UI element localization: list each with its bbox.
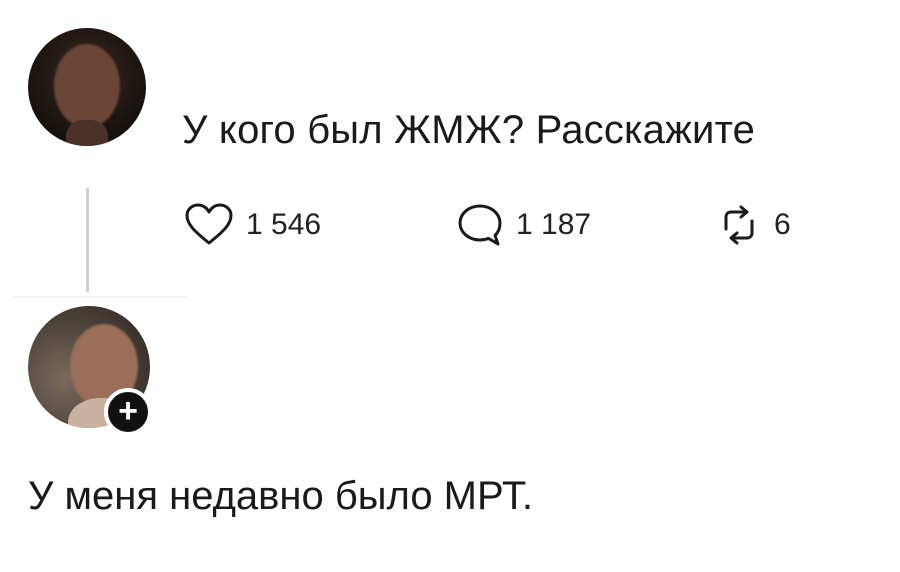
reply-button[interactable]: 1 187: [456, 202, 591, 248]
reply-text: У меня недавно было МРТ.: [28, 474, 533, 518]
repost-count: 6: [774, 208, 791, 241]
divider: [14, 296, 186, 298]
reply-count: 1 187: [516, 208, 592, 241]
like-count: 1 546: [246, 208, 322, 241]
repost-icon: [724, 205, 754, 245]
heart-icon: [185, 203, 233, 245]
like-button[interactable]: 1 546: [184, 202, 321, 248]
post-text: У кого был ЖМЖ? Расскажите: [182, 108, 756, 152]
thread-line: [86, 188, 89, 292]
avatar-neck: [66, 120, 108, 146]
avatar-face: [54, 44, 120, 128]
post-author-avatar[interactable]: [28, 28, 146, 146]
comment-bubble-icon: [458, 204, 502, 246]
follow-plus-button[interactable]: +: [104, 388, 152, 436]
repost-button[interactable]: 6: [716, 202, 791, 248]
